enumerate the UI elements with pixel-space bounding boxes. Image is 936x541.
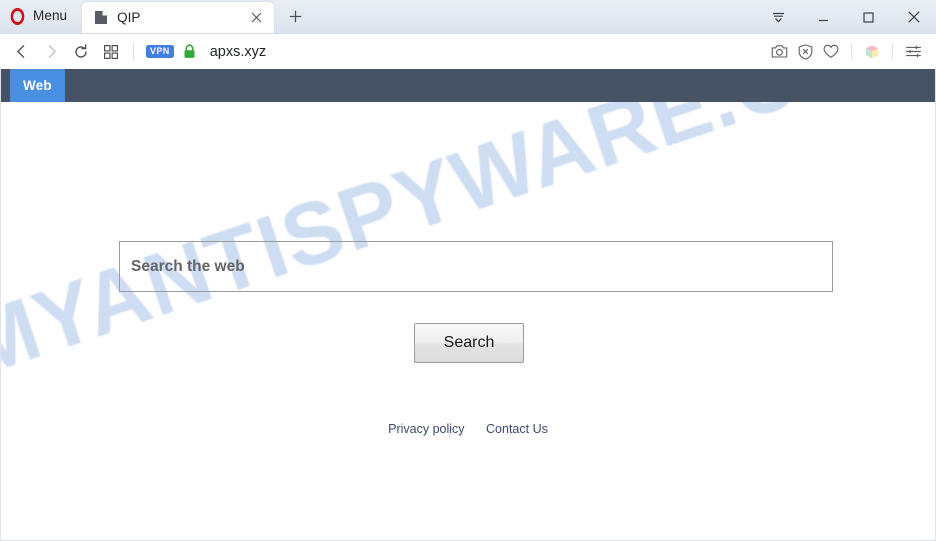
page-viewport: Web MYANTISPYWARE.COM Search Privacy pol…	[0, 69, 936, 541]
toolbar-divider	[133, 43, 134, 60]
address-bar[interactable]: VPN apxs.xyz	[141, 37, 766, 67]
personalize-cube-icon[interactable]	[859, 37, 885, 67]
opera-logo-icon	[10, 7, 25, 25]
title-bar: Menu QIP	[0, 0, 936, 34]
close-icon[interactable]	[246, 8, 266, 28]
tab-strip: QIP	[82, 0, 310, 33]
heart-icon[interactable]	[818, 37, 844, 67]
minimize-icon[interactable]	[801, 0, 846, 34]
site-nav-item-web[interactable]: Web	[10, 69, 65, 102]
reload-icon[interactable]	[66, 37, 96, 67]
menu-button-label: Menu	[33, 8, 68, 24]
toolbar-divider	[851, 43, 852, 60]
url-text: apxs.xyz	[209, 43, 267, 60]
toolbar-divider	[892, 43, 893, 60]
search-field-wrapper	[119, 241, 833, 292]
page-icon	[94, 10, 108, 25]
search-button[interactable]: Search	[414, 323, 524, 363]
new-tab-button[interactable]	[280, 1, 310, 31]
camera-icon[interactable]	[766, 37, 792, 67]
tab-title: QIP	[117, 10, 141, 25]
page-body: MYANTISPYWARE.COM Search Privacy policy …	[1, 102, 935, 540]
site-navigation-bar: Web	[1, 69, 935, 102]
contact-us-link[interactable]: Contact Us	[486, 422, 548, 436]
easy-setup-sliders-icon[interactable]	[900, 37, 926, 67]
privacy-policy-link[interactable]: Privacy policy	[388, 422, 464, 436]
browser-tab[interactable]: QIP	[82, 2, 275, 33]
maximize-icon[interactable]	[846, 0, 891, 34]
forward-icon[interactable]	[36, 37, 66, 67]
speed-dial-icon[interactable]	[96, 37, 126, 67]
back-icon[interactable]	[6, 37, 36, 67]
site-nav-item-label: Web	[23, 78, 52, 93]
browser-window: Menu QIP VPN apxs.xyz Web MYANTISPYWARE.…	[0, 0, 936, 541]
toolbar-right-icons	[766, 37, 926, 67]
window-controls	[756, 0, 936, 34]
search-input[interactable]	[119, 241, 833, 292]
lock-icon[interactable]	[183, 44, 196, 59]
navigation-toolbar: VPN apxs.xyz	[0, 34, 936, 69]
site-nav-items: Web	[10, 69, 65, 102]
tab-list-icon[interactable]	[756, 0, 801, 34]
ad-block-shield-icon[interactable]	[792, 37, 818, 67]
vpn-badge[interactable]: VPN	[146, 45, 174, 58]
footer-links: Privacy policy Contact Us	[1, 422, 935, 436]
close-icon[interactable]	[891, 0, 936, 34]
opera-menu-button[interactable]: Menu	[0, 1, 77, 31]
